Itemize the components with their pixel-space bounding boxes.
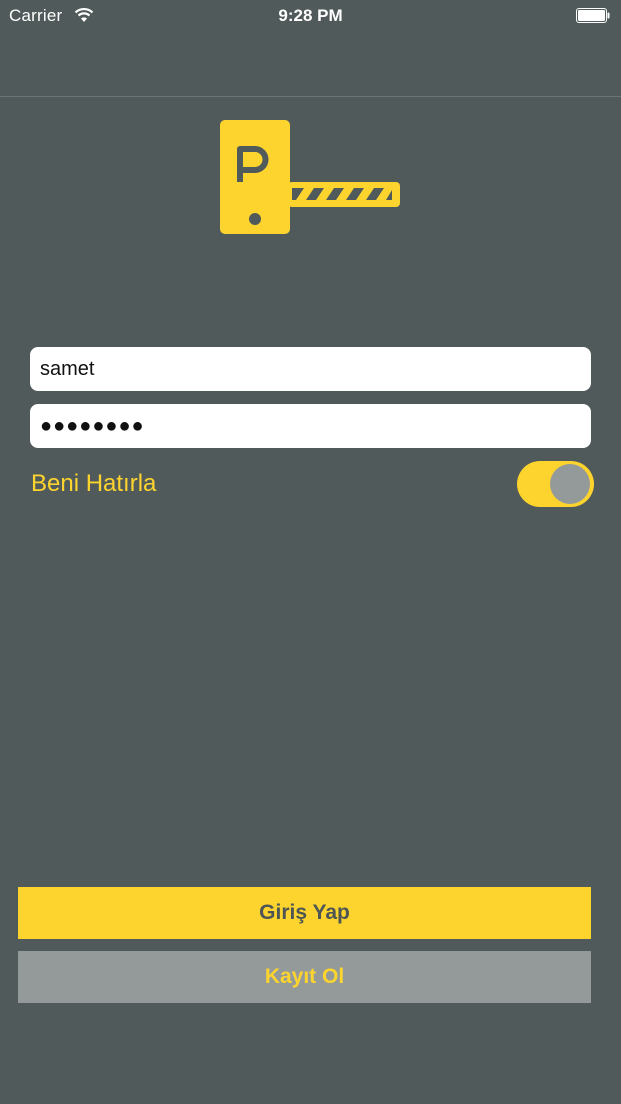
remember-me-toggle[interactable] (517, 461, 594, 507)
remember-me-label: Beni Hatırla (31, 470, 157, 497)
status-bar: Carrier 9:28 PM (0, 0, 621, 32)
username-field[interactable]: samet (30, 347, 591, 391)
parking-barrier-icon (220, 120, 400, 234)
password-field[interactable]: ●●●●●●●● (30, 404, 591, 448)
status-time: 9:28 PM (278, 6, 343, 25)
toggle-knob (550, 464, 590, 504)
login-button[interactable]: Giriş Yap (18, 887, 591, 939)
battery-icon (576, 8, 610, 23)
register-button[interactable]: Kayıt Ol (18, 951, 591, 1003)
nav-bar-divider (0, 96, 621, 97)
